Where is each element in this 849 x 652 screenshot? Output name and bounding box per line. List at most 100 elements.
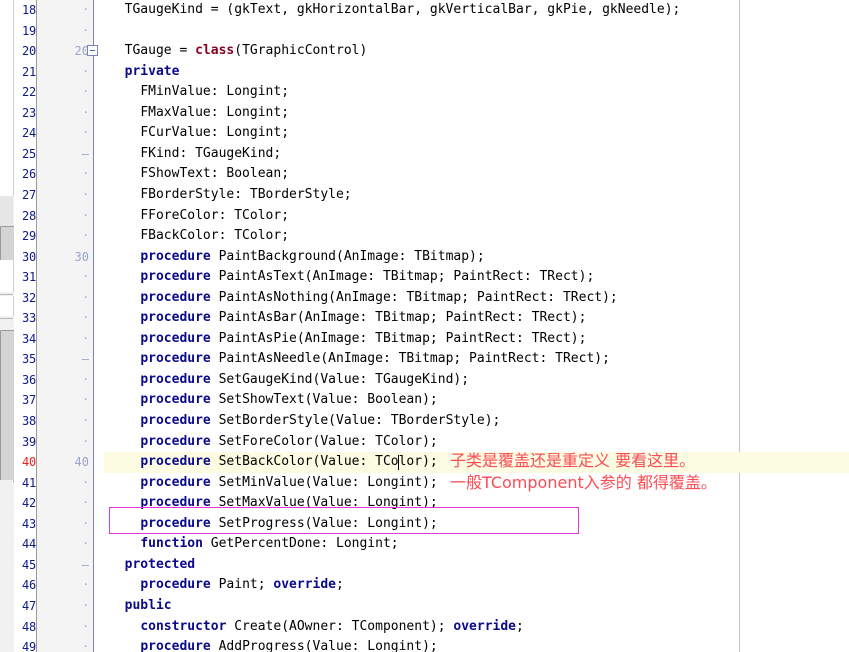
gutter-tick-marker: · [82, 64, 89, 78]
gutter-tick-marker: · [82, 640, 89, 652]
code-text[interactable]: TGauge = class(TGraphicControl) [109, 41, 368, 62]
code-text[interactable]: public [109, 596, 172, 617]
line-number: 42 [21, 496, 36, 511]
code-text[interactable]: procedure SetShowText(Value: Boolean); [109, 390, 437, 411]
code-line-row[interactable]: 30 30 procedure PaintBackground(AnImage: … [0, 247, 849, 268]
code-line-row[interactable]: 31 · procedure PaintAsText(AnImage: TBitm… [0, 267, 849, 288]
code-line-row[interactable]: 40 40 procedure SetBackColor(Value: TColo… [0, 452, 849, 473]
code-line-row[interactable]: 22 · FMinValue: Longint; [0, 82, 849, 103]
code-line-row[interactable]: 18 · TGaugeKind = (gkText, gkHorizontalBa… [0, 0, 849, 21]
code-text[interactable]: procedure SetMinValue(Value: Longint); [109, 473, 437, 494]
code-text[interactable]: FForeColor: TColor; [109, 206, 289, 227]
code-line-row[interactable]: 41 · procedure SetMinValue(Value: Longint… [0, 473, 849, 494]
code-line-row[interactable]: 46 · procedure Paint; override; [0, 575, 849, 596]
code-line-row[interactable]: 29 · FBackColor: TColor; [0, 226, 849, 247]
code-text[interactable]: procedure SetGaugeKind(Value: TGaugeKind… [109, 370, 469, 391]
code-token: TGaugeKind = (gkText, gkHorizontalBar, g… [124, 2, 681, 17]
code-token: procedure [140, 454, 211, 470]
code-line-row[interactable]: 20 20 TGauge = class(TGraphicControl) [0, 41, 849, 62]
fold-collapse-icon[interactable] [87, 45, 98, 57]
code-text[interactable]: FMaxValue: Longint; [109, 103, 289, 124]
code-line-row[interactable]: 33 · procedure PaintAsBar(AnImage: TBitma… [0, 308, 849, 329]
code-text[interactable]: FCurValue: Longint; [109, 123, 289, 144]
gutter-tick-marker: – [81, 146, 89, 161]
code-text[interactable]: procedure PaintAsBar(AnImage: TBitmap; P… [109, 308, 586, 329]
code-line-row[interactable]: 48 · constructor Create(AOwner: TComponen… [0, 617, 849, 638]
code-text[interactable]: FShowText: Boolean; [109, 164, 289, 185]
code-text[interactable]: FBorderStyle: TBorderStyle; [109, 185, 351, 206]
line-number: 19 [21, 23, 36, 38]
code-line-row[interactable]: 39 · procedure SetForeColor(Value: TColor… [0, 432, 849, 453]
code-line-row[interactable]: 34 · procedure PaintAsPie(AnImage: TBitma… [0, 329, 849, 350]
line-number: 24 [21, 126, 36, 141]
code-text[interactable]: function GetPercentDone: Longint; [109, 534, 398, 555]
code-line-row[interactable]: 27 · FBorderStyle: TBorderStyle; [0, 185, 849, 206]
gutter-tick-marker: · [82, 270, 89, 284]
code-token: override [273, 577, 337, 593]
code-line-row[interactable]: 25 – FKind: TGaugeKind; [0, 144, 849, 165]
code-token: FMinValue: Longint; [140, 84, 290, 100]
code-text[interactable]: procedure PaintAsText(AnImage: TBitmap; … [109, 267, 594, 288]
code-line-row[interactable]: 32 · procedure PaintAsNothing(AnImage: TB… [0, 288, 849, 309]
code-line-row[interactable]: 24 · FCurValue: Longint; [0, 123, 849, 144]
code-line-row[interactable]: 47 · public [0, 596, 849, 617]
code-line-row[interactable]: 49 · procedure AddProgress(Value: Longint… [0, 637, 849, 652]
code-line-row[interactable]: 36 · procedure SetGaugeKind(Value: TGauge… [0, 370, 849, 391]
code-text[interactable]: procedure PaintAsNeedle(AnImage: TBitmap… [109, 349, 610, 370]
gutter-tick-marker: – [81, 557, 89, 572]
code-text[interactable]: procedure PaintAsNothing(AnImage: TBitma… [109, 288, 618, 309]
code-text[interactable]: constructor Create(AOwner: TComponent); … [109, 617, 524, 638]
line-number: 49 [21, 640, 36, 652]
line-number: 46 [21, 578, 36, 593]
code-token: FCurValue: Longint; [140, 125, 290, 141]
code-token: FForeColor: TColor; [140, 207, 290, 223]
code-line-row[interactable]: 19 · [0, 21, 849, 42]
code-text[interactable]: FKind: TGaugeKind; [109, 144, 281, 165]
text-caret [398, 455, 400, 471]
line-number: 22 [21, 85, 36, 100]
code-text[interactable] [109, 21, 125, 42]
code-text[interactable]: protected [109, 555, 195, 576]
code-token: FShowText: Boolean; [140, 166, 290, 182]
code-text[interactable]: procedure PaintBackground(AnImage: TBitm… [109, 247, 484, 268]
code-text[interactable]: procedure Paint; override; [109, 575, 344, 596]
gutter-tick-marker: · [82, 3, 89, 16]
code-text[interactable]: procedure SetForeColor(Value: TColor); [109, 432, 437, 453]
gutter-tick-marker: · [82, 23, 89, 37]
code-line-row[interactable]: 45 – protected [0, 555, 849, 576]
code-line-row[interactable]: 37 · procedure SetShowText(Value: Boolean… [0, 390, 849, 411]
code-line-row[interactable]: 21 · private [0, 62, 849, 83]
code-text[interactable]: TGaugeKind = (gkText, gkHorizontalBar, g… [109, 0, 681, 21]
code-text[interactable]: FBackColor: TColor; [109, 226, 289, 247]
code-token: class [195, 43, 235, 59]
code-text[interactable]: procedure SetBorderStyle(Value: TBorderS… [109, 411, 500, 432]
code-token: (TGraphicControl) [234, 43, 368, 59]
code-line-row[interactable]: 23 · FMaxValue: Longint; [0, 103, 849, 124]
code-text[interactable]: private [109, 62, 180, 83]
code-line-row[interactable]: 38 · procedure SetBorderStyle(Value: TBor… [0, 411, 849, 432]
code-line-row[interactable]: 35 – procedure PaintAsNeedle(AnImage: TBi… [0, 349, 849, 370]
code-token: private [124, 63, 180, 79]
code-line-row[interactable]: 26 · FShowText: Boolean; [0, 164, 849, 185]
code-token: PaintAsNothing(AnImage: TBitmap; PaintRe… [210, 289, 618, 305]
code-token: PaintAsText(AnImage: TBitmap; PaintRect:… [210, 269, 595, 285]
code-text[interactable]: procedure PaintAsPie(AnImage: TBitmap; P… [109, 329, 586, 350]
line-number: 41 [21, 475, 36, 490]
code-token: procedure [140, 577, 211, 593]
code-token: procedure [140, 433, 211, 449]
code-token: FBackColor: TColor; [140, 228, 290, 244]
line-number: 39 [21, 434, 36, 449]
code-editor[interactable]: 18 · TGaugeKind = (gkText, gkHorizontalBa… [0, 0, 849, 652]
code-line-row[interactable]: 44 · function GetPercentDone: Longint; [0, 534, 849, 555]
code-text[interactable]: FMinValue: Longint; [109, 82, 289, 103]
code-text[interactable]: procedure AddProgress(Value: Longint); [109, 637, 437, 652]
gutter-tick-marker: · [82, 434, 89, 448]
line-number: 48 [21, 619, 36, 634]
code-token: SetGaugeKind(Value: TGaugeKind); [210, 371, 470, 387]
line-number: 33 [21, 311, 36, 326]
code-line-row[interactable]: 28 · FForeColor: TColor; [0, 206, 849, 227]
code-text[interactable]: procedure SetBackColor(Value: TColor); [109, 452, 437, 473]
code-token: procedure [140, 371, 211, 387]
line-number: 29 [21, 229, 36, 244]
code-token: Create(AOwner: TComponent); [226, 618, 454, 634]
